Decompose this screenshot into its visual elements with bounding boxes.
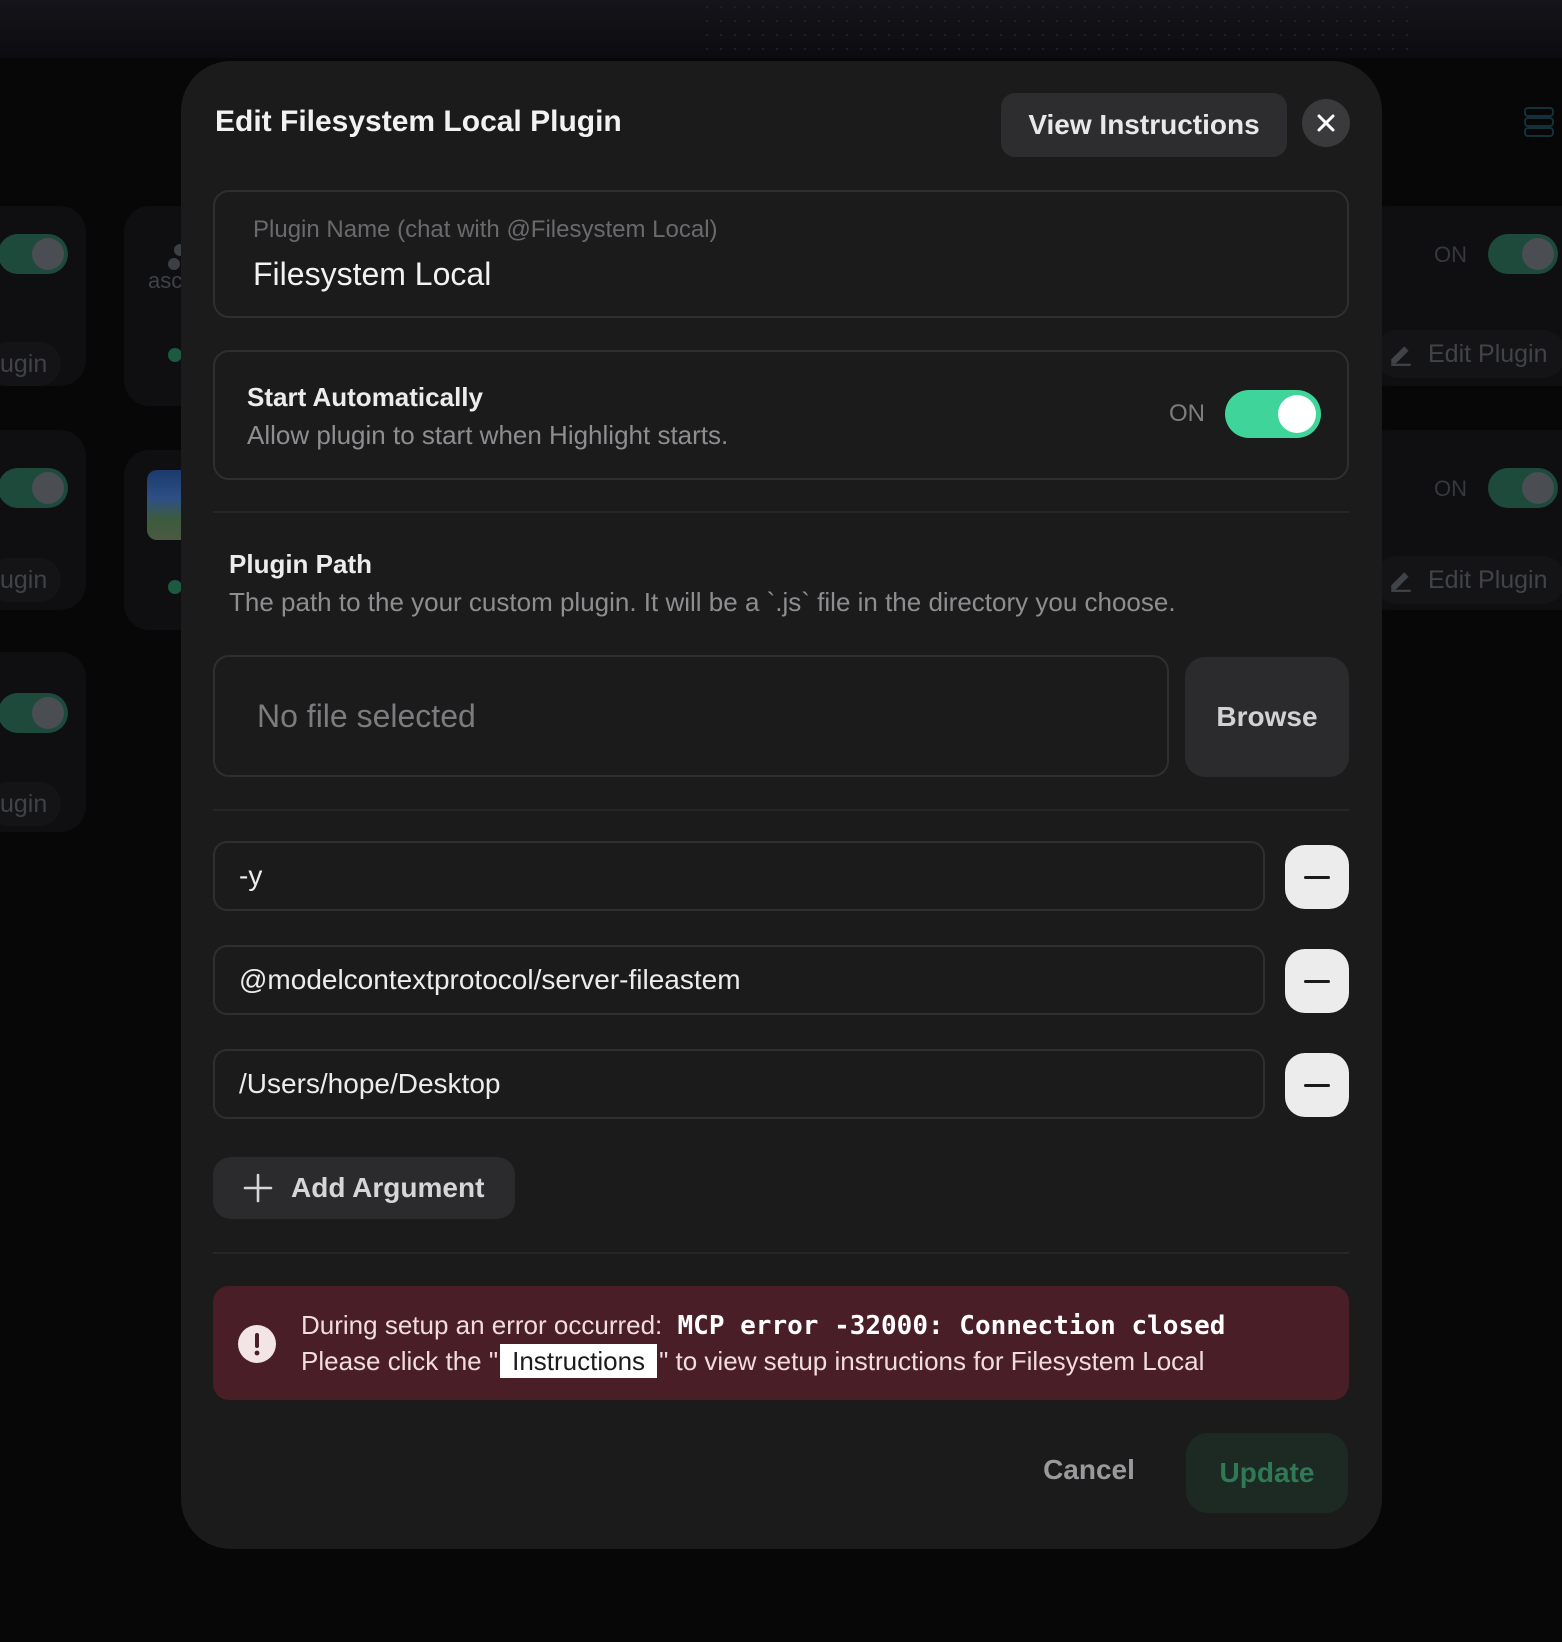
close-icon [1317, 114, 1335, 132]
plus-icon [243, 1173, 273, 1203]
divider [213, 809, 1349, 811]
bg-plugin-pill: ugin [0, 782, 62, 826]
browse-button[interactable]: Browse [1185, 657, 1349, 777]
error-line2-after: " to view setup instructions for Filesys… [659, 1346, 1205, 1376]
bg-edit-plugin-button: Edit Plugin [1374, 330, 1562, 378]
add-argument-button[interactable]: Add Argument [213, 1157, 515, 1219]
bg-plugin-thumbnail [147, 470, 181, 540]
toggle-status-label: ON [1169, 400, 1205, 427]
file-path-text: No file selected [257, 697, 476, 734]
add-argument-label: Add Argument [291, 1172, 485, 1203]
view-instructions-button[interactable]: View Instructions [1001, 93, 1287, 157]
close-button[interactable] [1302, 99, 1350, 147]
error-code: MCP error -32000: Connection closed [677, 1311, 1226, 1341]
remove-argument-button[interactable] [1285, 845, 1349, 909]
minus-icon [1304, 875, 1330, 879]
start-automatically-title: Start Automatically [247, 382, 483, 412]
app-top-bar [0, 0, 1562, 58]
divider [213, 1252, 1349, 1254]
bg-toggle [0, 693, 68, 733]
bg-edit-plugin-label: Edit Plugin [1428, 566, 1548, 594]
bg-toggle [1488, 468, 1558, 508]
alert-icon [238, 1325, 276, 1363]
edit-plugin-modal: Edit Filesystem Local Plugin View Instru… [181, 61, 1382, 1549]
minus-icon [1304, 1083, 1330, 1087]
toggle-knob [1278, 395, 1316, 433]
plugin-name-field[interactable]: Plugin Name (chat with @Filesystem Local… [213, 190, 1349, 318]
error-line2-before: Please click the " [301, 1346, 499, 1376]
instructions-chip: Instructions [500, 1344, 658, 1378]
modal-title: Edit Filesystem Local Plugin [215, 105, 622, 138]
bg-toggle [1488, 234, 1558, 274]
plugin-path-description: The path to the your custom plugin. It w… [229, 587, 1176, 617]
plugin-name-input[interactable] [253, 252, 1253, 296]
argument-input[interactable] [213, 945, 1265, 1015]
remove-argument-button[interactable] [1285, 1053, 1349, 1117]
remove-argument-button[interactable] [1285, 949, 1349, 1013]
update-button[interactable]: Update [1186, 1433, 1348, 1513]
bg-logo-dot [168, 258, 180, 270]
cancel-button[interactable]: Cancel [1021, 1437, 1157, 1503]
argument-input[interactable] [213, 1049, 1265, 1119]
error-message-line2: Please click the " Instructions " to view … [301, 1344, 1204, 1378]
bg-edit-plugin-button: Edit Plugin [1374, 556, 1562, 604]
bg-status-dot [168, 580, 182, 594]
minus-icon [1304, 979, 1330, 983]
error-prefix: During setup an error occurred: [301, 1310, 663, 1340]
start-automatically-description: Allow plugin to start when Highlight sta… [247, 420, 729, 450]
plugin-path-field[interactable]: No file selected [213, 655, 1169, 777]
bg-status-on: ON [1434, 476, 1467, 501]
error-message-line1: During setup an error occurred: MCP erro… [301, 1310, 1225, 1341]
bg-plugin-pill: ugin [0, 342, 62, 386]
bg-toggle [0, 234, 68, 274]
start-automatically-section: Start Automatically Allow plugin to star… [213, 350, 1349, 480]
divider [213, 511, 1349, 513]
pencil-icon [1391, 572, 1411, 592]
bg-logo-text: asc [148, 268, 183, 293]
bg-status-dot [168, 348, 182, 362]
plugin-name-label: Plugin Name (chat with @Filesystem Local… [253, 216, 718, 243]
argument-input[interactable] [213, 841, 1265, 911]
bg-edit-plugin-label: Edit Plugin [1428, 340, 1548, 368]
bg-plugin-pill: ugin [0, 558, 62, 602]
bg-status-on: ON [1434, 242, 1467, 267]
error-alert: During setup an error occurred: MCP erro… [213, 1286, 1349, 1400]
plugin-path-title: Plugin Path [229, 549, 372, 579]
start-automatically-toggle[interactable] [1225, 390, 1321, 438]
bg-toggle [0, 468, 68, 508]
pencil-icon [1391, 346, 1411, 366]
top-bar-pattern [700, 0, 1420, 50]
server-icon [1524, 107, 1554, 137]
